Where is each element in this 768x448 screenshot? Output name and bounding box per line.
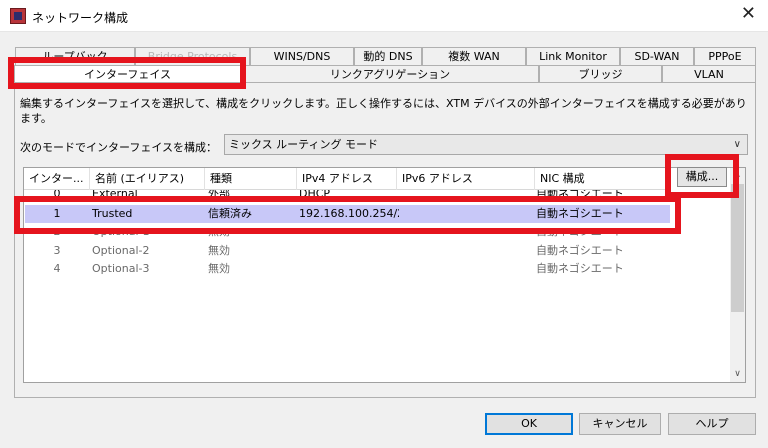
row-index: 2	[53, 228, 61, 237]
row-nic: 自動ネゴシエート	[536, 262, 624, 275]
table-scrollbar[interactable]: ∧ ∨	[730, 168, 745, 382]
cancel-button[interactable]: キャンセル	[579, 413, 661, 435]
app-icon	[10, 8, 26, 24]
row-nic: 自動ネゴシエート	[536, 190, 624, 198]
tab-bridge[interactable]: ブリッジ	[539, 65, 662, 83]
row-ipv6	[400, 205, 534, 223]
mode-label: 次のモードでインターフェイスを構成：	[20, 141, 218, 154]
row-ipv6	[400, 242, 534, 260]
tab-link-monitor[interactable]: Link Monitor	[526, 47, 620, 66]
row-nic: 自動ネゴシエート	[536, 207, 624, 220]
row-ipv4	[299, 260, 397, 278]
row-index: 4	[53, 262, 61, 275]
tab-loopback[interactable]: ループバック	[15, 47, 135, 66]
row-ipv4: 192.168.100.254/24	[299, 207, 399, 220]
row-type: 無効	[208, 244, 230, 257]
row-index: 0	[53, 190, 61, 198]
row-type: 無効	[208, 262, 230, 275]
mode-select[interactable]: ミックス ルーティング モード ∨	[224, 134, 748, 155]
row-name: Optional-3	[92, 262, 150, 275]
table-header: インター... 名前 (エイリアス) 種類 IPv4 アドレス IPv6 アドレ…	[24, 168, 670, 190]
row-type: 無効	[208, 228, 230, 237]
row-type: 外部	[208, 190, 230, 198]
tab-vlan[interactable]: VLAN	[662, 65, 756, 83]
tab-wins-dns[interactable]: WINS/DNS	[250, 47, 354, 66]
row-ipv6	[400, 190, 534, 198]
column-header-name[interactable]: 名前 (エイリアス)	[90, 168, 205, 190]
title-bar: ネットワーク構成 ✕	[0, 0, 768, 32]
row-nic: 自動ネゴシエート	[536, 228, 624, 237]
row-nic: 自動ネゴシエート	[536, 244, 624, 257]
mode-select-value: ミックス ルーティング モード	[229, 138, 379, 151]
table-row[interactable]: 4 Optional-3 無効 自動ネゴシエート	[25, 260, 670, 278]
row-name: Optional-2	[92, 244, 150, 257]
row-ipv4	[299, 228, 397, 237]
column-header-ipv6[interactable]: IPv6 アドレス	[397, 168, 535, 190]
scroll-up-icon[interactable]: ∧	[730, 168, 745, 183]
table-row[interactable]: 1 Trusted 信頼済み 192.168.100.254/24 自動ネゴシエ…	[25, 205, 670, 223]
row-ipv4: DHCP	[299, 190, 331, 198]
tab-bridge-protocols[interactable]: Bridge Protocols	[135, 47, 250, 66]
row-name: Optional-1	[92, 228, 150, 237]
column-header-interface[interactable]: インター...	[24, 168, 90, 190]
column-header-ipv4[interactable]: IPv4 アドレス	[297, 168, 397, 190]
chevron-down-icon: ∨	[733, 139, 741, 150]
row-name: Trusted	[92, 207, 133, 220]
tab-multi-wan[interactable]: 複数 WAN	[422, 47, 526, 66]
tab-link-aggregation[interactable]: リンクアグリゲーション	[241, 65, 539, 83]
column-header-nic[interactable]: NIC 構成	[535, 168, 670, 190]
table-row[interactable]: 0 External 外部 DHCP 自動ネゴシエート	[25, 190, 670, 198]
configure-button[interactable]: 構成...	[677, 167, 727, 187]
help-button[interactable]: ヘルプ	[668, 413, 756, 435]
ok-button[interactable]: OK	[485, 413, 573, 435]
row-name: External	[92, 190, 138, 198]
window-title: ネットワーク構成	[32, 11, 129, 25]
row-ipv6	[400, 260, 534, 278]
row-type: 信頼済み	[208, 207, 252, 220]
column-header-type[interactable]: 種類	[205, 168, 297, 190]
close-icon[interactable]: ✕	[741, 5, 756, 23]
scroll-down-icon[interactable]: ∨	[730, 367, 745, 382]
row-index: 1	[53, 207, 61, 220]
instruction-text: 編集するインターフェイスを選択して、構成をクリックします。正しく操作するには、X…	[20, 97, 747, 125]
tab-sd-wan[interactable]: SD-WAN	[620, 47, 694, 66]
row-ipv6	[400, 228, 534, 237]
row-index: 3	[53, 244, 61, 257]
row-ipv4	[299, 242, 397, 260]
tab-dynamic-dns[interactable]: 動的 DNS	[354, 47, 422, 66]
table-row[interactable]: 2 Optional-1 無効 自動ネゴシエート	[25, 228, 670, 237]
interface-table: インター... 名前 (エイリアス) 種類 IPv4 アドレス IPv6 アドレ…	[23, 167, 746, 383]
table-row[interactable]: 3 Optional-2 無効 自動ネゴシエート	[25, 242, 670, 260]
tab-pppoe[interactable]: PPPoE	[694, 47, 756, 66]
scroll-thumb[interactable]	[731, 184, 744, 312]
